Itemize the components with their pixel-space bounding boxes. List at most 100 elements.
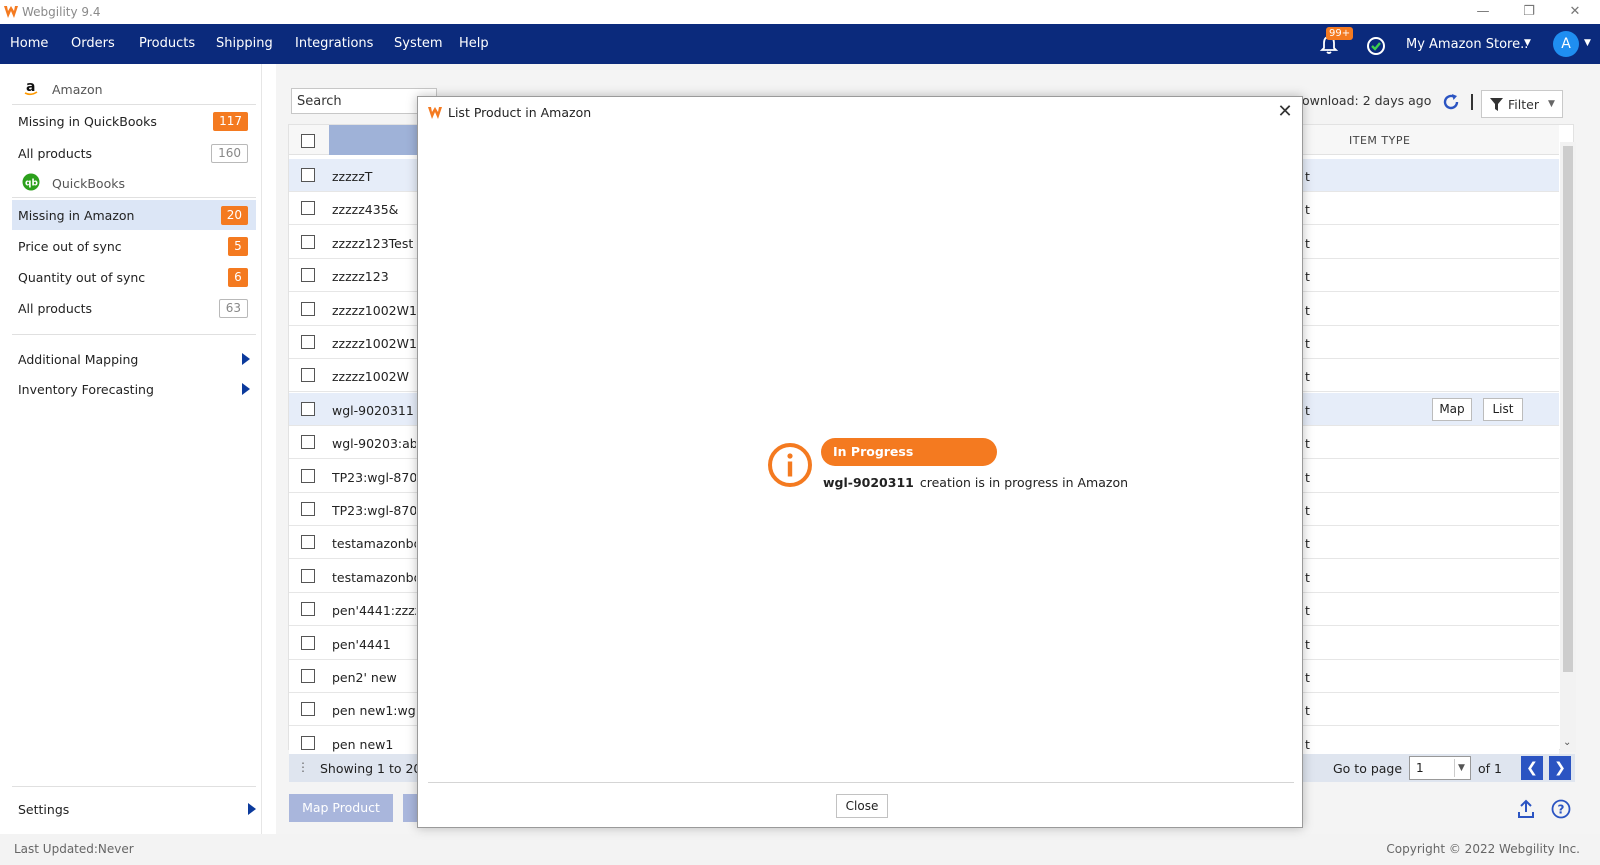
upload-icon[interactable] bbox=[1516, 799, 1536, 819]
row-checkbox[interactable] bbox=[301, 469, 315, 483]
row-checkbox[interactable] bbox=[301, 201, 315, 215]
row-checkbox[interactable] bbox=[301, 435, 315, 449]
row-checkbox[interactable] bbox=[301, 636, 315, 650]
count-badge: 160 bbox=[211, 144, 248, 163]
row-map-button[interactable]: Map bbox=[1432, 398, 1472, 421]
item-type-cell: t bbox=[1305, 236, 1310, 251]
window-title: Webgility 9.4 bbox=[22, 5, 101, 19]
menu-orders[interactable]: Orders bbox=[71, 36, 115, 51]
row-checkbox[interactable] bbox=[301, 669, 315, 683]
count-badge: 6 bbox=[228, 268, 248, 287]
chevron-down-icon[interactable]: ▼ bbox=[1524, 38, 1531, 48]
row-checkbox[interactable] bbox=[301, 402, 315, 416]
svg-text:a: a bbox=[26, 79, 35, 95]
item-type-cell: t bbox=[1305, 470, 1310, 485]
sidebar-item-label: Missing in QuickBooks bbox=[18, 114, 157, 129]
row-list-button[interactable]: List bbox=[1483, 398, 1523, 421]
row-checkbox[interactable] bbox=[301, 335, 315, 349]
filter-label: Filter bbox=[1508, 97, 1539, 112]
sidebar-item-price-out-of-sync[interactable]: Price out of sync 5 bbox=[12, 231, 256, 261]
sidebar-item-missing-in-amazon[interactable]: Missing in Amazon 20 bbox=[12, 200, 256, 230]
menu-home[interactable]: Home bbox=[10, 36, 48, 51]
column-header-item-type[interactable]: ITEM TYPE bbox=[1349, 134, 1410, 147]
row-checkbox[interactable] bbox=[301, 602, 315, 616]
next-page-button[interactable]: ❯ bbox=[1549, 756, 1571, 780]
item-type-cell: t bbox=[1305, 570, 1310, 585]
sidebar-item-missing-in-quickbooks[interactable]: Missing in QuickBooks 117 bbox=[12, 106, 256, 136]
refresh-icon[interactable] bbox=[1441, 92, 1461, 112]
amazon-icon: a bbox=[24, 79, 38, 96]
avatar[interactable]: A bbox=[1553, 31, 1579, 57]
filter-button[interactable]: Filter ▼ bbox=[1481, 90, 1563, 118]
sync-status-icon[interactable] bbox=[1366, 35, 1386, 55]
sidebar-item-inventory-forecasting[interactable]: Inventory Forecasting bbox=[12, 374, 256, 404]
menu-products[interactable]: Products bbox=[139, 36, 195, 51]
map-product-button[interactable]: Map Product bbox=[289, 794, 393, 822]
page-select[interactable]: 1 ▼ bbox=[1409, 756, 1471, 780]
menu-shipping[interactable]: Shipping bbox=[216, 36, 273, 51]
status-bar bbox=[0, 834, 1600, 865]
sidebar-item-label: Quantity out of sync bbox=[18, 270, 146, 285]
store-selector[interactable]: My Amazon Store.. bbox=[1406, 37, 1528, 52]
scrollbar-thumb[interactable] bbox=[1563, 146, 1573, 672]
status-message-text: creation is in progress in Amazon bbox=[919, 475, 1129, 490]
product-name: zzzzz435& bbox=[332, 202, 399, 217]
restore-button[interactable]: ❐ bbox=[1506, 2, 1552, 22]
close-window-button[interactable]: ✕ bbox=[1552, 2, 1598, 22]
product-name: zzzzz123Test bbox=[332, 236, 414, 251]
row-checkbox[interactable] bbox=[301, 535, 315, 549]
last-updated-text: Last Updated:Never bbox=[14, 842, 134, 856]
scroll-down-icon[interactable]: ⌄ bbox=[1563, 737, 1571, 748]
row-checkbox[interactable] bbox=[301, 502, 315, 516]
product-name: zzzzz1002W11 bbox=[332, 303, 416, 318]
minimize-button[interactable]: — bbox=[1460, 2, 1506, 22]
close-button[interactable]: Close bbox=[836, 794, 888, 818]
row-checkbox[interactable] bbox=[301, 736, 315, 750]
product-name: zzzzzT bbox=[332, 169, 373, 184]
item-type-cell: t bbox=[1305, 603, 1310, 618]
window-titlebar: Webgility 9.4 — ❐ ✕ bbox=[0, 0, 1600, 24]
expand-arrow-icon bbox=[242, 383, 250, 395]
chevron-down-icon: ▼ bbox=[1548, 99, 1555, 109]
item-type-cell: t bbox=[1305, 503, 1310, 518]
grip-icon: ⋮ bbox=[297, 760, 309, 774]
sidebar-item-amazon-all-products[interactable]: All products 160 bbox=[12, 138, 256, 168]
row-checkbox[interactable] bbox=[301, 302, 315, 316]
toolbar-separator bbox=[1471, 94, 1473, 110]
row-checkbox[interactable] bbox=[301, 235, 315, 249]
item-type-cell: t bbox=[1305, 536, 1310, 551]
sidebar-item-quantity-out-of-sync[interactable]: Quantity out of sync 6 bbox=[12, 262, 256, 292]
row-checkbox[interactable] bbox=[301, 702, 315, 716]
select-all-checkbox[interactable] bbox=[301, 134, 315, 148]
chevron-down-icon[interactable]: ▼ bbox=[1584, 38, 1591, 48]
sidebar-item-label: Missing in Amazon bbox=[18, 208, 135, 223]
row-checkbox[interactable] bbox=[301, 168, 315, 182]
search-input[interactable] bbox=[291, 88, 437, 114]
status-message: wgl-9020311 creation is in progress in Am… bbox=[823, 475, 1128, 490]
sidebar-item-label: All products bbox=[18, 301, 93, 316]
menu-help[interactable]: Help bbox=[459, 36, 489, 51]
row-checkbox[interactable] bbox=[301, 569, 315, 583]
copyright-text: Copyright © 2022 Webgility Inc. bbox=[1386, 842, 1580, 856]
webgility-logo bbox=[4, 6, 18, 18]
close-icon[interactable]: ✕ bbox=[1274, 101, 1296, 123]
sidebar-item-quickbooks-all-products[interactable]: All products 63 bbox=[12, 293, 256, 323]
notification-badge: 99+ bbox=[1326, 27, 1354, 40]
menu-system[interactable]: System bbox=[394, 36, 442, 51]
prev-page-button[interactable]: ❮ bbox=[1521, 756, 1543, 780]
info-icon bbox=[768, 443, 812, 487]
sidebar-item-label: Price out of sync bbox=[18, 239, 122, 254]
product-name: pen new1 bbox=[332, 737, 394, 752]
count-badge: 20 bbox=[220, 206, 248, 225]
item-type-cell: t bbox=[1305, 403, 1310, 418]
item-type-cell: t bbox=[1305, 637, 1310, 652]
item-type-cell: t bbox=[1305, 670, 1310, 685]
menu-integrations[interactable]: Integrations bbox=[295, 36, 373, 51]
item-type-cell: t bbox=[1305, 269, 1310, 284]
row-checkbox[interactable] bbox=[301, 268, 315, 282]
sidebar-item-additional-mapping[interactable]: Additional Mapping bbox=[12, 344, 256, 374]
column-header-name[interactable] bbox=[329, 125, 419, 155]
row-checkbox[interactable] bbox=[301, 368, 315, 382]
help-icon[interactable]: ? bbox=[1551, 799, 1571, 819]
sidebar-item-settings[interactable]: Settings bbox=[12, 794, 256, 824]
